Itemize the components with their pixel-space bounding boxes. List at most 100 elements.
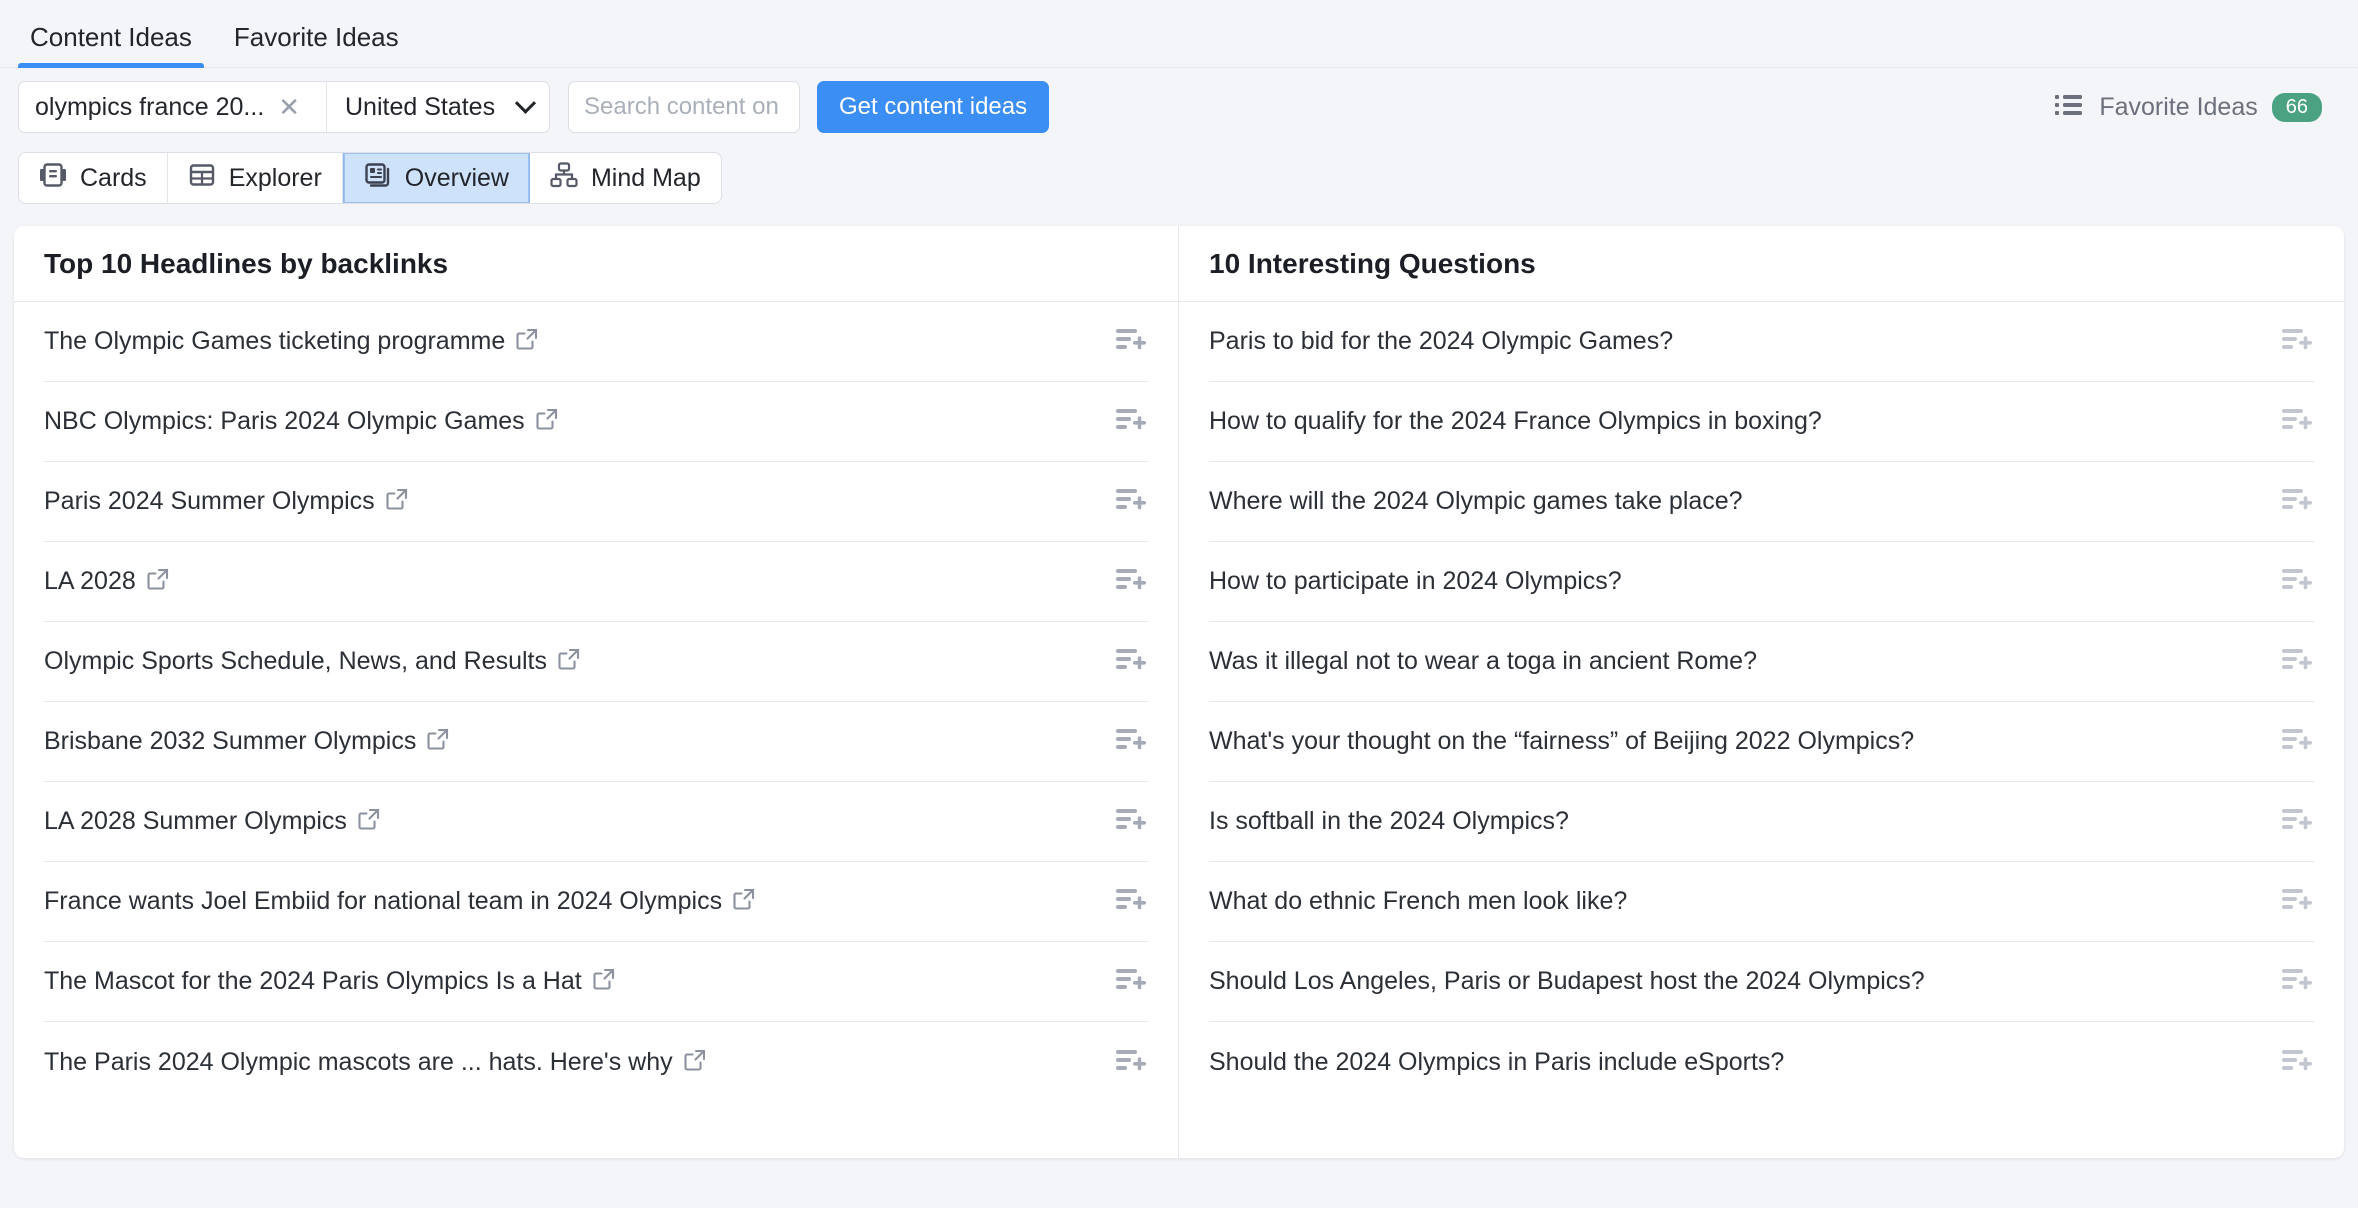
add-to-list-icon[interactable] <box>2262 886 2314 917</box>
list-item[interactable]: Where will the 2024 Olympic games take p… <box>1209 462 2314 542</box>
tab-content-ideas[interactable]: Content Ideas <box>18 22 204 68</box>
list-item[interactable]: The Olympic Games ticketing programme <box>44 302 1148 382</box>
country-select[interactable]: United States <box>327 82 549 132</box>
add-to-list-icon[interactable] <box>1096 566 1148 597</box>
keyword-chip-label: olympics france 20... <box>35 92 265 121</box>
keyword-chip[interactable]: olympics france 20... ✕ <box>19 82 327 132</box>
view-tab-explorer[interactable]: Explorer <box>168 153 343 203</box>
list-item[interactable]: The Mascot for the 2024 Paris Olympics I… <box>44 942 1148 1022</box>
list-item[interactable]: NBC Olympics: Paris 2024 Olympic Games <box>44 382 1148 462</box>
add-to-list-icon[interactable] <box>1096 726 1148 757</box>
list-item[interactable]: Paris to bid for the 2024 Olympic Games? <box>1209 302 2314 382</box>
headline-text: Brisbane 2032 Summer Olympics <box>44 727 417 755</box>
favorite-ideas-label: Favorite Ideas <box>2099 92 2258 121</box>
add-to-list-icon[interactable] <box>1096 1047 1148 1078</box>
view-tab-mind-map-label: Mind Map <box>590 163 701 192</box>
add-to-list-icon[interactable] <box>1096 326 1148 357</box>
question-text: Should the 2024 Olympics in Paris includ… <box>1209 1047 1785 1076</box>
overview-icon <box>364 161 392 196</box>
list-item[interactable]: The Paris 2024 Olympic mascots are ... h… <box>44 1022 1148 1102</box>
add-to-list-icon[interactable] <box>2262 646 2314 677</box>
add-to-list-icon[interactable] <box>1096 406 1148 437</box>
favorite-ideas-count-badge: 66 <box>2271 92 2322 122</box>
view-tab-overview-label: Overview <box>404 163 509 192</box>
question-text: Should Los Angeles, Paris or Budapest ho… <box>1209 967 1925 995</box>
view-switcher: Cards Explorer Overview Mind Map <box>18 152 722 204</box>
external-link-icon[interactable] <box>147 568 169 595</box>
list-item[interactable]: What do ethnic French men look like? <box>1209 862 2314 942</box>
view-tab-mind-map[interactable]: Mind Map <box>530 153 721 203</box>
question-text: Was it illegal not to wear a toga in anc… <box>1209 647 1757 675</box>
list-item[interactable]: Was it illegal not to wear a toga in anc… <box>1209 622 2314 702</box>
add-to-list-icon[interactable] <box>2262 1047 2314 1078</box>
add-to-list-icon[interactable] <box>1096 806 1148 837</box>
list-item[interactable]: Olympic Sports Schedule, News, and Resul… <box>44 622 1148 702</box>
add-to-list-icon[interactable] <box>2262 806 2314 837</box>
add-to-list-icon[interactable] <box>2262 966 2314 997</box>
question-text: What do ethnic French men look like? <box>1209 887 1628 915</box>
external-link-icon[interactable] <box>516 328 538 355</box>
external-link-icon[interactable] <box>593 968 615 995</box>
list-item[interactable]: France wants Joel Embiid for national te… <box>44 862 1148 942</box>
question-text: Is softball in the 2024 Olympics? <box>1209 807 1569 835</box>
questions-list: Paris to bid for the 2024 Olympic Games? <box>1179 302 2344 1102</box>
external-link-icon[interactable] <box>386 488 408 515</box>
headline-text: LA 2028 <box>44 567 136 595</box>
top-tab-bar: Content Ideas Favorite Ideas <box>0 0 2358 68</box>
cards-icon <box>39 161 67 196</box>
add-to-list-icon[interactable] <box>2262 566 2314 597</box>
headline-text: The Mascot for the 2024 Paris Olympics I… <box>44 967 582 995</box>
list-item[interactable]: Brisbane 2032 Summer Olympics <box>44 702 1148 782</box>
list-item[interactable]: How to participate in 2024 Olympics? <box>1209 542 2314 622</box>
add-to-list-icon[interactable] <box>1096 486 1148 517</box>
question-text: How to qualify for the 2024 France Olymp… <box>1209 407 1822 435</box>
country-select-value: United States <box>345 92 496 121</box>
external-link-icon[interactable] <box>733 888 755 915</box>
list-item[interactable]: What's your thought on the “fairness” of… <box>1209 702 2314 782</box>
questions-panel-title: 10 Interesting Questions <box>1209 247 1536 279</box>
external-link-icon[interactable] <box>684 1049 706 1076</box>
view-tab-cards-label: Cards <box>80 163 147 192</box>
external-link-icon[interactable] <box>427 728 449 755</box>
list-item[interactable]: Should Los Angeles, Paris or Budapest ho… <box>1209 942 2314 1022</box>
headlines-list: The Olympic Games ticketing programme NB… <box>14 302 1178 1102</box>
headline-text: Olympic Sports Schedule, News, and Resul… <box>44 647 547 675</box>
view-tab-cards[interactable]: Cards <box>19 153 168 203</box>
external-link-icon[interactable] <box>558 648 580 675</box>
list-item[interactable]: LA 2028 Summer Olympics <box>44 782 1148 862</box>
mindmap-icon <box>550 161 578 196</box>
list-item[interactable]: Is softball in the 2024 Olympics? <box>1209 782 2314 862</box>
add-to-list-icon[interactable] <box>2262 326 2314 357</box>
add-to-list-icon[interactable] <box>2262 486 2314 517</box>
external-link-icon[interactable] <box>358 808 380 835</box>
question-text: What's your thought on the “fairness” of… <box>1209 727 1915 755</box>
list-item[interactable]: Paris 2024 Summer Olympics <box>44 462 1148 542</box>
add-to-list-icon[interactable] <box>1096 966 1148 997</box>
headline-text: LA 2028 Summer Olympics <box>44 807 347 835</box>
questions-panel: 10 Interesting Questions Paris to bid fo… <box>1179 226 2344 1158</box>
add-to-list-icon[interactable] <box>1096 646 1148 677</box>
close-icon[interactable]: ✕ <box>278 94 300 120</box>
add-to-list-icon[interactable] <box>1096 886 1148 917</box>
external-link-icon[interactable] <box>536 408 558 435</box>
list-icon <box>2055 93 2083 122</box>
tab-favorite-ideas[interactable]: Favorite Ideas <box>222 22 411 67</box>
add-to-list-icon[interactable] <box>2262 726 2314 757</box>
get-content-ideas-button[interactable]: Get content ideas <box>817 81 1050 133</box>
search-input[interactable] <box>568 81 800 133</box>
headline-text: Paris 2024 Summer Olympics <box>44 487 375 515</box>
search-control-bar: olympics france 20... ✕ United States Ge… <box>0 68 2358 146</box>
headline-text: The Olympic Games ticketing programme <box>44 327 506 355</box>
add-to-list-icon[interactable] <box>2262 406 2314 437</box>
headline-text: NBC Olympics: Paris 2024 Olympic Games <box>44 407 525 435</box>
view-tab-overview[interactable]: Overview <box>342 153 530 203</box>
list-item[interactable]: Should the 2024 Olympics in Paris includ… <box>1209 1022 2314 1102</box>
view-tab-explorer-label: Explorer <box>228 163 322 192</box>
headlines-panel-header: Top 10 Headlines by backlinks <box>14 226 1178 302</box>
table-icon <box>188 161 216 196</box>
question-text: Where will the 2024 Olympic games take p… <box>1209 487 1743 515</box>
list-item[interactable]: LA 2028 <box>44 542 1148 622</box>
favorite-ideas-link[interactable]: Favorite Ideas 66 <box>2055 92 2336 122</box>
list-item[interactable]: How to qualify for the 2024 France Olymp… <box>1209 382 2314 462</box>
view-switcher-bar: Cards Explorer Overview Mind Map <box>0 146 2358 204</box>
